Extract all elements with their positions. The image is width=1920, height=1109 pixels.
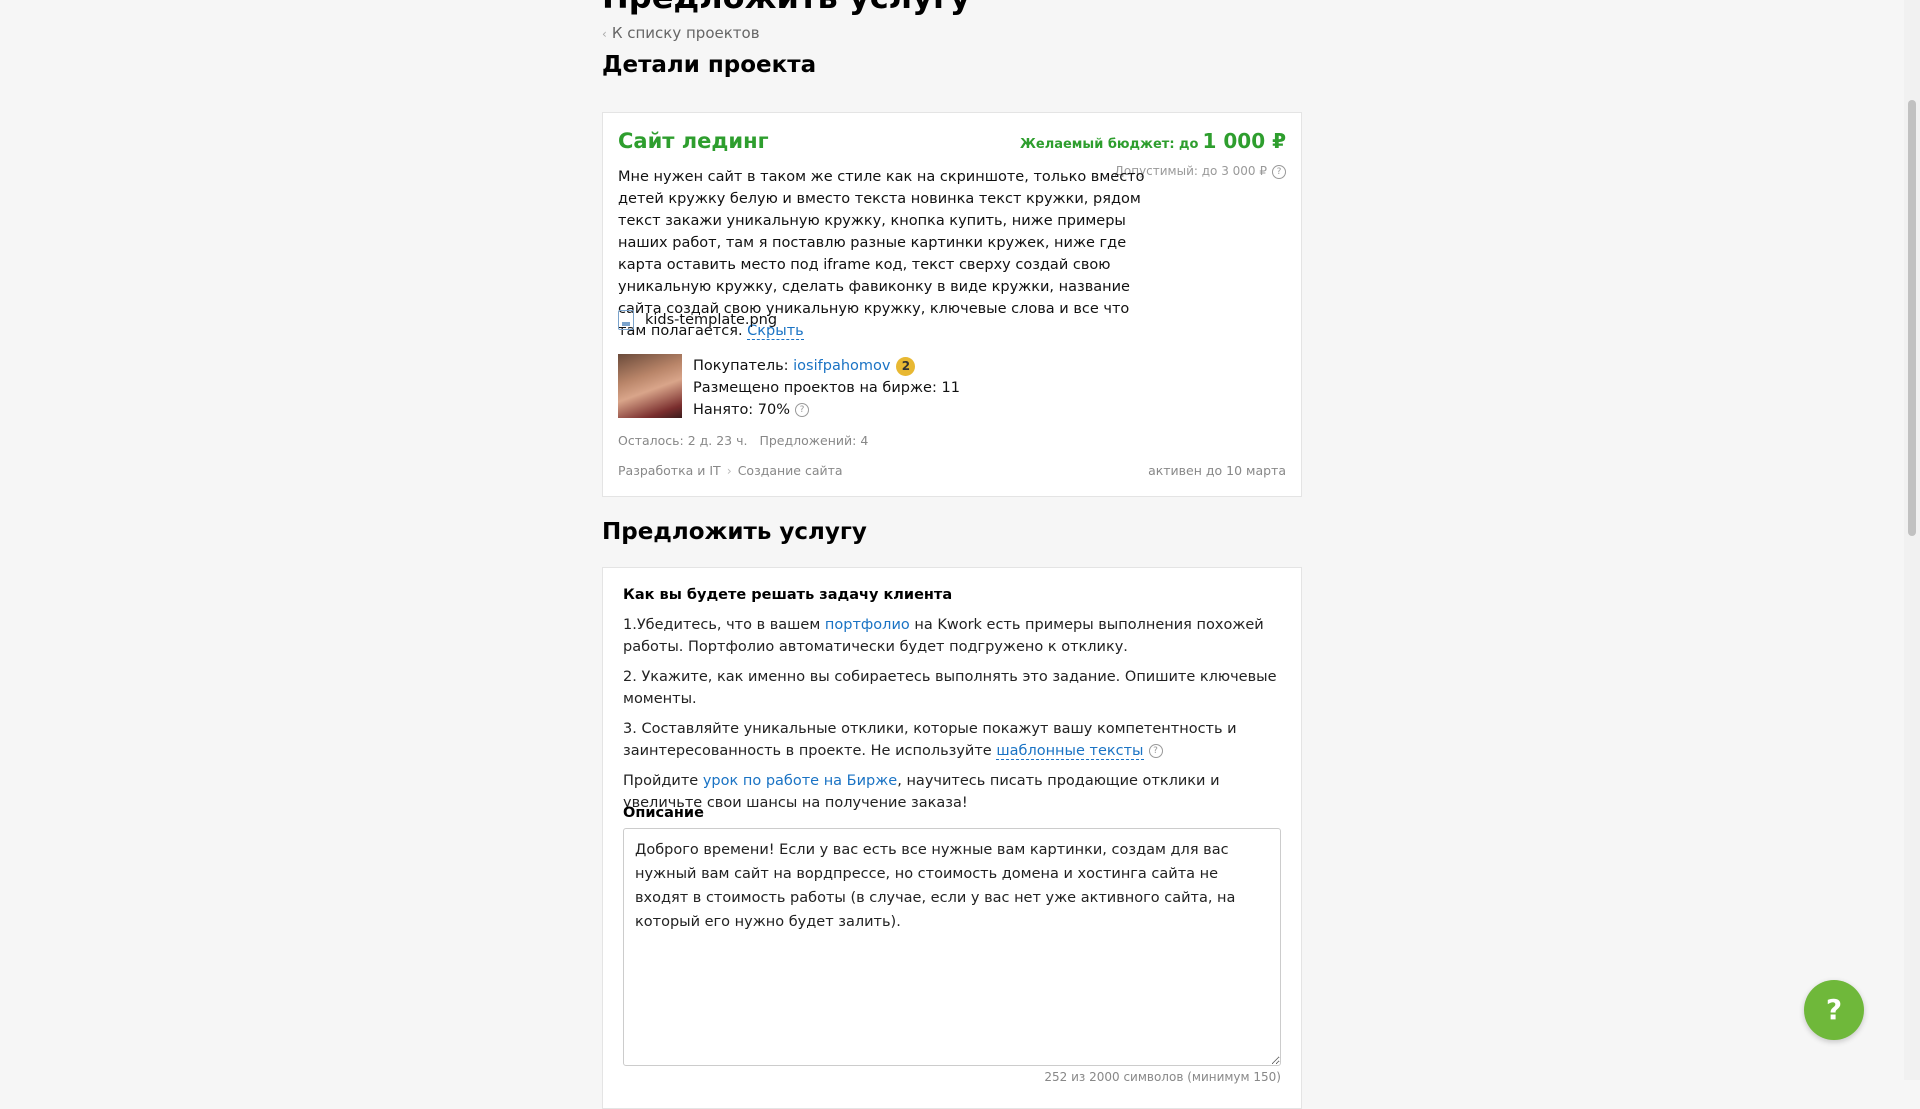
instruction-step-2: 2. Укажите, как именно вы собираетесь вы… [623,669,1277,707]
buyer-name-link[interactable]: iosifpahomov [793,358,890,374]
buyer-info: Покупатель: iosifpahomov 2 Размещено прое… [693,355,960,421]
description-textarea[interactable]: Доброго времени! Если у вас есть все нуж… [623,828,1281,1066]
lesson-text-a: Пройдите [623,773,703,789]
question-icon[interactable]: ? [795,403,810,417]
instruction-step-1: 1.Убедитесь, что в вашем портфолио на Kw… [623,614,1283,658]
buyer-line: Покупатель: iosifpahomov 2 [693,355,960,377]
avatar[interactable] [618,354,682,418]
offer-card: Как вы будете решать задачу клиента 1.Уб… [602,567,1302,1109]
question-icon[interactable]: ? [1272,164,1286,179]
description-label: Описание [623,805,704,821]
help-button[interactable]: ? [1804,980,1864,1040]
hired-line: Нанято: 70%? [693,399,960,421]
details-heading: Детали проекта [602,52,817,78]
lesson-note: Пройдите урок по работе на Бирже, научит… [623,770,1283,814]
char-counter: 252 из 2000 символов (минимум 150) [1044,1070,1281,1084]
budget: Желаемый бюджет: до 1 000 ₽ [1020,129,1286,153]
budget-label: Желаемый бюджет: до [1019,137,1199,152]
scrollbar[interactable] [1904,0,1920,1080]
buyer-label: Покупатель: [693,358,789,374]
attachment[interactable]: kids-template.png [618,310,777,330]
level-badge: 2 [896,356,916,376]
project-card: Сайт лединг Желаемый бюджет: до 1 000 ₽ Д… [602,112,1302,497]
portfolio-link[interactable]: портфолио [825,617,910,633]
instructions-heading: Как вы будете решать задачу клиента [623,587,953,603]
active-until: активен до 10 марта [1148,463,1286,478]
back-link-label: К списку проектов [611,24,760,42]
back-to-projects-link[interactable]: ‹ К списку проектов [602,24,760,42]
projects-posted: Размещено проектов на бирже: 11 [693,380,960,396]
offer-instructions: Как вы будете решать задачу клиента 1.Уб… [623,584,1283,822]
page-title: Предложить услугу [602,0,971,16]
offers-count: Предложений: 4 [759,433,869,448]
project-title: Сайт лединг [618,129,769,153]
breadcrumb: Разработка и IT › Создание сайта [618,463,843,478]
budget-amount: 1 000 ₽ [1202,129,1286,153]
subcategory-link[interactable]: Создание сайта [738,463,843,478]
project-meta: Осталось: 2 д. 23 ч. Предложений: 4 [618,433,868,448]
time-left: Осталось: 2 д. 23 ч. [618,433,748,448]
offer-heading: Предложить услугу [602,519,867,545]
template-texts-link[interactable]: шаблонные тексты [996,743,1144,760]
attachment-name[interactable]: kids-template.png [645,312,777,328]
step3-text-a: 3. Составляйте уникальные отклики, котор… [623,721,1237,759]
image-file-icon [618,310,634,330]
lesson-link[interactable]: урок по работе на Бирже [703,773,897,789]
step1-text-a: 1.Убедитесь, что в вашем [623,617,825,633]
instruction-step-3: 3. Составляйте уникальные отклики, котор… [623,718,1283,762]
category-link[interactable]: Разработка и IT [618,463,721,478]
question-icon[interactable]: ? [1148,744,1163,758]
chevron-left-icon: ‹ [602,27,607,41]
hired-rate: Нанято: 70% [693,402,791,418]
scrollbar-thumb[interactable] [1908,100,1916,536]
chevron-right-icon: › [726,463,732,478]
